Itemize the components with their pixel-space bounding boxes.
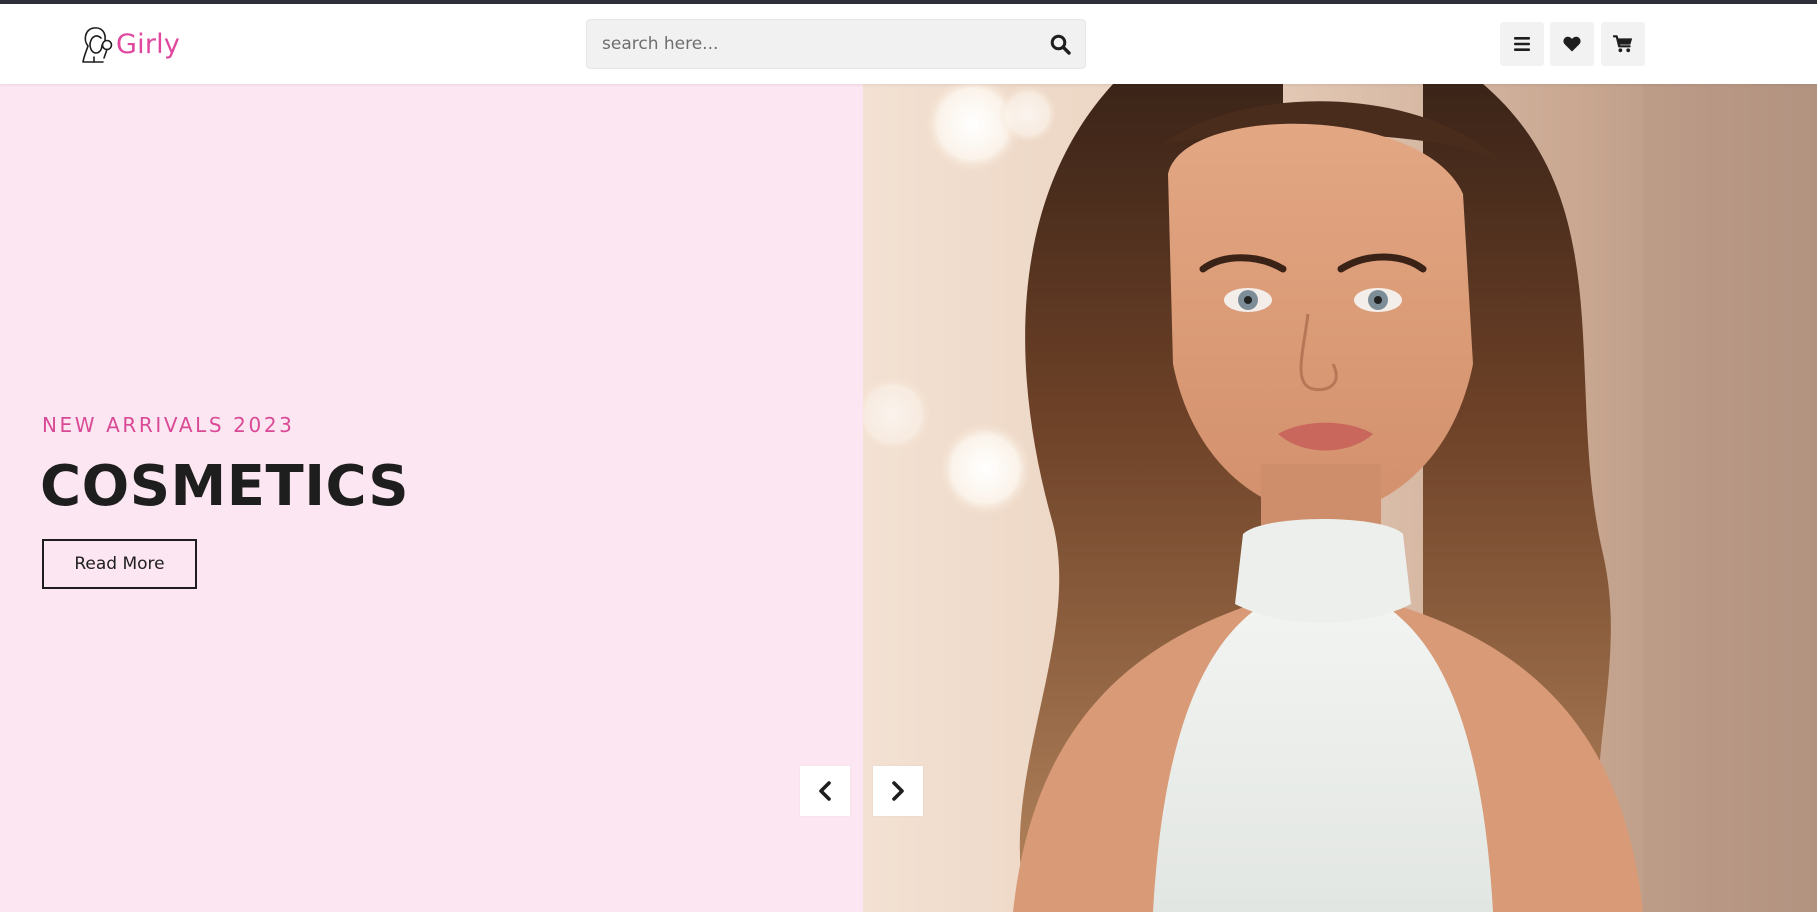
hero-image	[863, 84, 1817, 912]
menu-button[interactable]	[1500, 22, 1544, 66]
wishlist-button[interactable]	[1550, 22, 1594, 66]
heart-icon	[1563, 36, 1581, 52]
logo[interactable]: Girly	[80, 22, 180, 66]
cart-icon	[1613, 35, 1633, 53]
search-input[interactable]	[587, 20, 1035, 68]
woman-with-mirror-icon	[82, 27, 113, 63]
logo-text: Girly	[116, 28, 181, 60]
search-bar	[586, 19, 1086, 69]
cart-button[interactable]	[1601, 22, 1645, 66]
search-button[interactable]	[1035, 20, 1085, 68]
menu-icon	[1514, 37, 1530, 51]
navbar: Girly	[0, 4, 1817, 84]
chevron-left-icon	[819, 781, 831, 801]
hero-subtitle: NEW ARRIVALS 2023	[42, 413, 295, 437]
slider-prev-button[interactable]	[800, 766, 850, 816]
search-icon	[1050, 34, 1071, 55]
hero-slider: NEW ARRIVALS 2023 COSMETICS Read More	[0, 84, 1817, 912]
read-more-button[interactable]: Read More	[42, 539, 197, 589]
hero-title: COSMETICS	[40, 454, 410, 519]
slider-next-button[interactable]	[873, 766, 923, 816]
chevron-right-icon	[892, 781, 904, 801]
hero-text-panel: NEW ARRIVALS 2023 COSMETICS Read More	[0, 84, 863, 912]
